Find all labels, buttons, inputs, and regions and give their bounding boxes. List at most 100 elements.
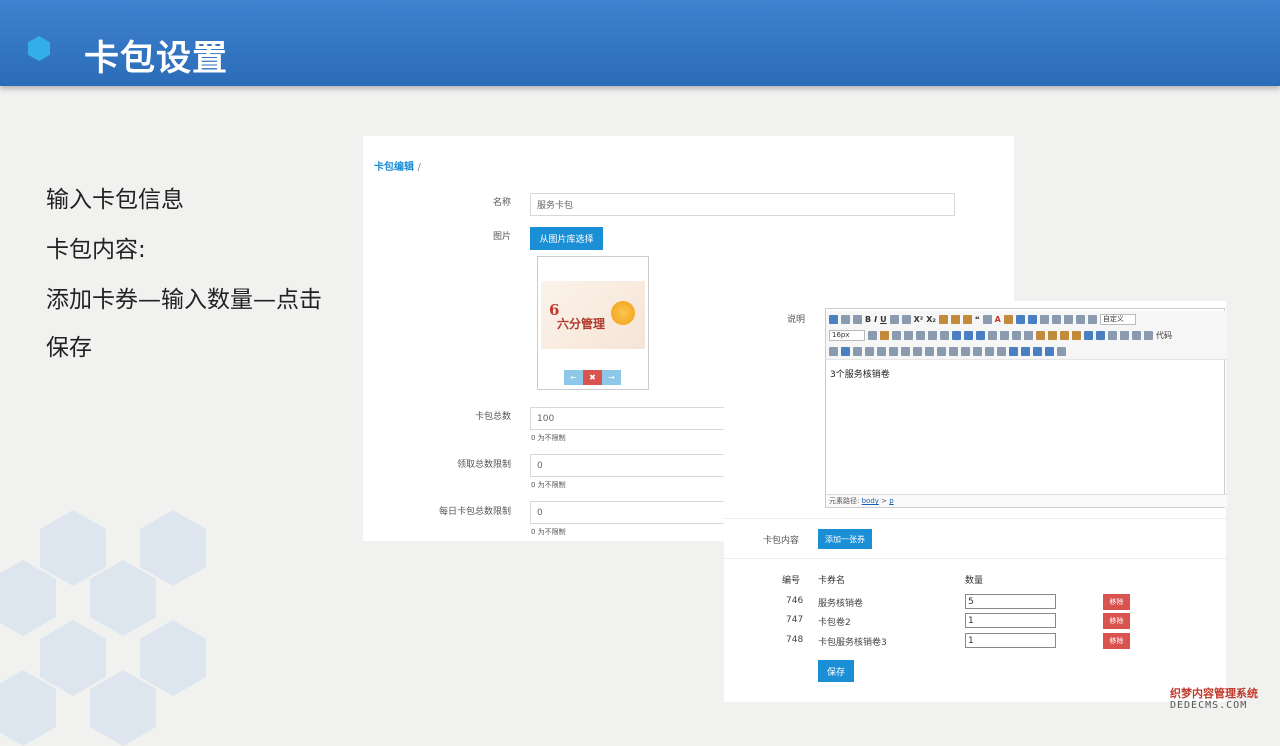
save-button[interactable]: 保存 xyxy=(818,660,854,682)
italic-icon[interactable]: I xyxy=(874,315,877,324)
breadcrumb[interactable]: 卡包编辑 / xyxy=(374,158,421,173)
split-rows-icon[interactable] xyxy=(973,346,982,356)
search-replace-icon[interactable] xyxy=(1033,346,1042,356)
ltr-icon[interactable] xyxy=(928,330,937,340)
drafts-icon[interactable] xyxy=(1057,346,1066,356)
rtl-icon[interactable] xyxy=(940,330,949,340)
image-left-icon[interactable] xyxy=(1000,330,1009,340)
multi-image-icon[interactable] xyxy=(1048,330,1057,340)
anchor-icon[interactable] xyxy=(976,330,985,340)
editor-content[interactable]: 3个服务核销卷 xyxy=(830,367,890,380)
flower-icon xyxy=(611,301,635,325)
horizontal-rule-icon[interactable] xyxy=(997,346,1006,356)
quantity-input[interactable]: 1 xyxy=(965,633,1056,648)
auto-format-icon[interactable] xyxy=(962,314,972,324)
row-spacing-top-icon[interactable] xyxy=(1063,314,1073,324)
print-icon[interactable] xyxy=(1009,346,1018,356)
row-id: 748 xyxy=(786,635,804,645)
bold-icon[interactable]: B xyxy=(865,315,871,324)
attachment-icon[interactable] xyxy=(1108,330,1117,340)
insert-paragraph-icon[interactable] xyxy=(865,346,874,356)
html-source-icon[interactable] xyxy=(829,314,838,324)
font-color-icon[interactable]: A xyxy=(995,315,1001,324)
emotion-icon[interactable] xyxy=(1060,330,1069,340)
total-input[interactable]: 100 xyxy=(530,407,725,430)
path-label: 元素路径: xyxy=(829,497,860,505)
subscript-icon[interactable]: X₂ xyxy=(926,315,936,324)
remove-button[interactable]: 移除 xyxy=(1103,613,1130,629)
add-coupon-button[interactable]: 添加一张券 xyxy=(818,529,872,549)
align-right-icon[interactable] xyxy=(904,330,913,340)
line-height-icon[interactable] xyxy=(1087,314,1097,324)
insert-row-icon[interactable] xyxy=(877,346,886,356)
breadcrumb-link[interactable]: 卡包编辑 xyxy=(374,162,414,173)
gmap-icon[interactable] xyxy=(1132,330,1141,340)
font-border-icon[interactable] xyxy=(889,314,899,324)
font-size-select[interactable]: 16px xyxy=(829,329,865,341)
strikethrough-icon[interactable] xyxy=(901,314,911,324)
ordered-list-icon[interactable] xyxy=(1015,314,1025,324)
path-p-link[interactable]: p xyxy=(889,497,893,505)
clear-doc-icon[interactable] xyxy=(1051,314,1061,324)
insert-table-icon[interactable] xyxy=(841,346,850,356)
paragraph-icon[interactable] xyxy=(868,330,877,340)
select-all-icon[interactable] xyxy=(1039,314,1049,324)
page-break-icon[interactable] xyxy=(829,346,838,356)
delete-table-icon[interactable] xyxy=(853,346,862,356)
align-justify-icon[interactable] xyxy=(916,330,925,340)
help-icon[interactable] xyxy=(1045,346,1054,356)
eraser-icon[interactable] xyxy=(950,314,960,324)
background-color-icon[interactable] xyxy=(1003,314,1013,324)
split-cols-icon[interactable] xyxy=(985,346,994,356)
align-center-icon[interactable] xyxy=(892,330,901,340)
format-match-icon[interactable] xyxy=(938,314,948,324)
logo-text: 六分管理 xyxy=(557,317,606,331)
align-left-icon[interactable] xyxy=(880,330,889,340)
superscript-icon[interactable]: X² xyxy=(914,315,924,324)
row-spacing-bottom-icon[interactable] xyxy=(1075,314,1085,324)
map-icon[interactable] xyxy=(1120,330,1129,340)
col-header-qty: 数量 xyxy=(965,576,984,586)
scrawl-icon[interactable] xyxy=(1072,330,1081,340)
rich-text-editor[interactable]: B I U X² X₂ ❝ A 自定义 16px 代码 3个服务核销卷 元素路径… xyxy=(825,308,1227,508)
image-right-icon[interactable] xyxy=(1012,330,1021,340)
insert-code-button[interactable]: 代码 xyxy=(1156,330,1172,341)
unordered-list-icon[interactable] xyxy=(1027,314,1037,324)
insert-frame-icon[interactable] xyxy=(1144,330,1153,340)
unlink-icon[interactable] xyxy=(964,330,973,340)
merge-cells-icon[interactable] xyxy=(925,346,934,356)
redo-icon[interactable] xyxy=(853,314,862,324)
daily-limit-input[interactable]: 0 xyxy=(530,501,725,524)
quantity-input[interactable]: 5 xyxy=(965,594,1056,609)
arrow-left-icon[interactable]: ← xyxy=(564,370,583,385)
blockquote-icon[interactable]: ❝ xyxy=(975,315,980,324)
merge-right-icon[interactable] xyxy=(937,346,946,356)
row-name: 卡包服务核销卷3 xyxy=(818,638,887,648)
image-none-icon[interactable] xyxy=(988,330,997,340)
quantity-input[interactable]: 1 xyxy=(965,613,1056,628)
remove-button[interactable]: 移除 xyxy=(1103,594,1130,610)
path-body-link[interactable]: body xyxy=(862,497,879,505)
remove-button[interactable]: 移除 xyxy=(1103,633,1130,649)
insert-image-icon[interactable] xyxy=(1036,330,1045,340)
insert-col-icon[interactable] xyxy=(901,346,910,356)
step-text: 添加卡券—输入数量—点击 xyxy=(46,287,322,313)
link-icon[interactable] xyxy=(952,330,961,340)
undo-icon[interactable] xyxy=(841,314,850,324)
delete-col-icon[interactable] xyxy=(913,346,922,356)
merge-down-icon[interactable] xyxy=(949,346,958,356)
insert-video-icon[interactable] xyxy=(1084,330,1093,340)
delete-icon[interactable]: ✖ xyxy=(583,370,602,385)
name-input[interactable]: 服务卡包 xyxy=(530,193,955,216)
receive-limit-input[interactable]: 0 xyxy=(530,454,725,477)
image-center-icon[interactable] xyxy=(1024,330,1033,340)
underline-icon[interactable]: U xyxy=(880,315,887,324)
custom-title-select[interactable]: 自定义 xyxy=(1099,313,1136,325)
choose-image-button[interactable]: 从图片库选择 xyxy=(530,227,603,250)
music-icon[interactable] xyxy=(1096,330,1105,340)
paste-text-icon[interactable] xyxy=(982,314,992,324)
arrow-right-icon[interactable]: → xyxy=(602,370,621,385)
preview-icon[interactable] xyxy=(1021,346,1030,356)
split-cells-icon[interactable] xyxy=(961,346,970,356)
delete-row-icon[interactable] xyxy=(889,346,898,356)
